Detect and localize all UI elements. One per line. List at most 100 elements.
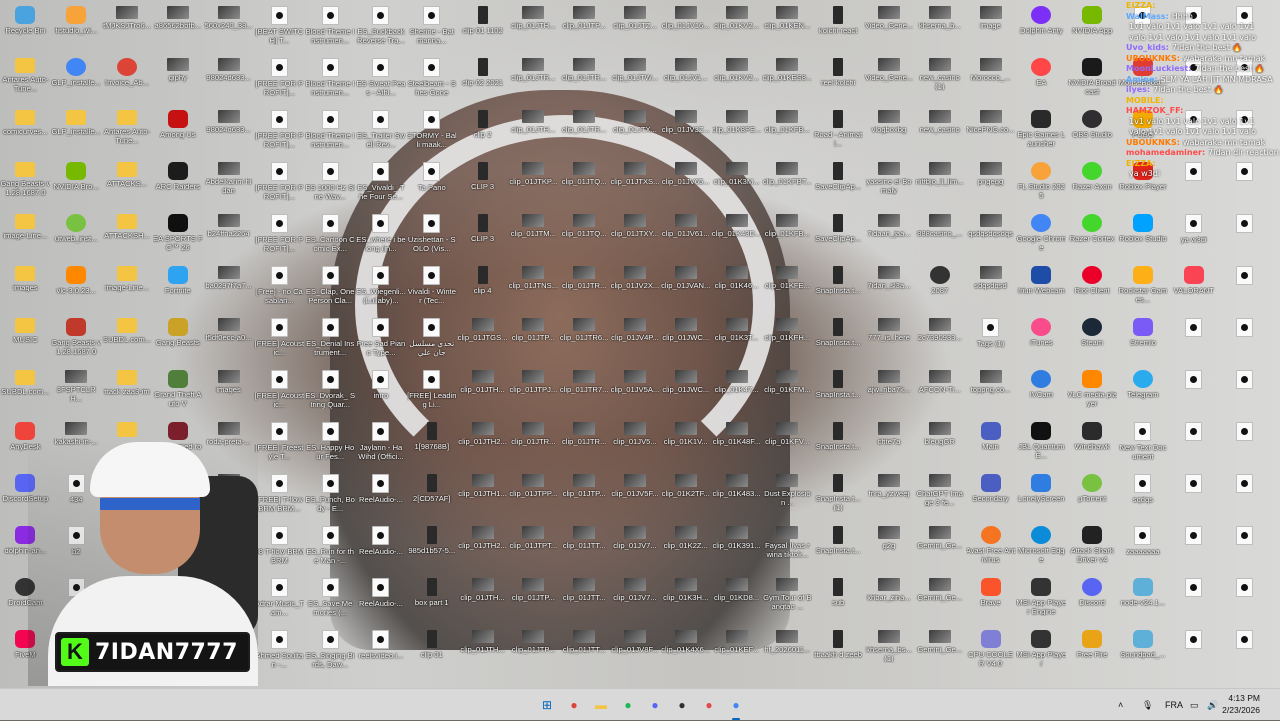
desktop-icon[interactable] <box>1168 420 1219 472</box>
desktop-icon[interactable]: SnapInsta.t... <box>813 524 864 576</box>
discord-taskbar-icon[interactable]: ● <box>644 694 666 716</box>
desktop-icon[interactable]: clip_01KFM... <box>762 368 813 420</box>
desktop-icon[interactable]: clip_01K391... <box>711 524 762 576</box>
desktop-icon[interactable]: ES_Clap, One Person Cla... <box>305 264 356 316</box>
desktop-icon[interactable]: ATTACKS... <box>102 160 153 212</box>
desktop-icon[interactable]: clip_01JTPP... <box>508 472 559 524</box>
desktop-icon[interactable]: clip_01JTXS... <box>610 160 661 212</box>
desktop-icon[interactable]: CLIP 3 <box>457 160 508 212</box>
desktop-icon[interactable]: Morocco_... <box>965 56 1016 108</box>
desktop-icon[interactable]: ChatGPT Image 3 fe... <box>914 472 965 524</box>
desktop-icon[interactable]: VALORANT <box>1168 264 1219 316</box>
desktop-icon[interactable]: clip_01KFH... <box>762 316 813 368</box>
spotify-taskbar-icon[interactable]: ● <box>617 694 639 716</box>
chrome-active-taskbar-icon[interactable]: ● <box>725 694 747 720</box>
desktop-icon[interactable]: clip_01JV2X... <box>610 264 661 316</box>
desktop-icon[interactable]: Sherine - Batmanna... <box>406 4 457 56</box>
desktop-icon[interactable]: ajw_nba7k... <box>864 368 915 420</box>
desktop-icon[interactable]: ES_where i belong (in... <box>356 212 407 264</box>
desktop-icon[interactable]: Gemini_Ge... <box>914 576 965 628</box>
desktop-icon[interactable]: IVCam <box>1016 368 1067 420</box>
desktop-icon[interactable]: SnapInsta.t... <box>813 368 864 420</box>
desktop-icon[interactable]: clip_01JTR... <box>559 108 610 160</box>
desktop-icon[interactable]: [BEAT SWITCH] T... <box>254 4 305 56</box>
desktop-icon[interactable]: clip_01JTW... <box>610 56 661 108</box>
desktop-icon[interactable]: clip_01JV5F... <box>610 472 661 524</box>
desktop-icon[interactable]: OBS Studio <box>1067 108 1118 160</box>
desktop-icon[interactable]: Secondary <box>965 472 1016 524</box>
desktop-icon[interactable]: SnapInsta.t... <box>813 420 864 472</box>
desktop-icon[interactable]: ES_Suckback Reverse Tra... <box>356 4 407 56</box>
desktop-icon[interactable]: Windhawk <box>1067 420 1118 472</box>
desktop-icon[interactable]: Razer Cortex <box>1067 212 1118 264</box>
desktop-icon[interactable]: Abdelkarim hidan <box>203 160 254 212</box>
desktop-icon[interactable]: clip 4 <box>457 264 508 316</box>
desktop-icon[interactable]: iTunes <box>1016 316 1067 368</box>
desktop-icon[interactable]: clip_01JTR... <box>559 56 610 108</box>
desktop-icon[interactable]: clip_01JV1... <box>660 56 711 108</box>
desktop-icon[interactable]: 777_is_here <box>864 316 915 368</box>
desktop-icon[interactable]: node-v24.1... <box>1118 576 1169 628</box>
desktop-icon[interactable]: f5df0ecc-a0... <box>203 316 254 368</box>
desktop-icon[interactable]: [FREE] Freestyle T... <box>254 420 305 472</box>
desktop-icon[interactable]: Iriun Webcam <box>1016 264 1067 316</box>
desktop-icon[interactable]: [FREE FOR PROFIT]... <box>254 56 305 108</box>
desktop-icon[interactable]: Road - Animati... <box>813 108 864 160</box>
desktop-icon[interactable]: ba0297f7a7... <box>203 264 254 316</box>
desktop-icon[interactable]: Attack Shark Driver v4 <box>1067 524 1118 576</box>
desktop-icon[interactable]: ES_Dvorak_ String Quar... <box>305 368 356 420</box>
desktop-icon[interactable]: clip_01K1V... <box>660 420 711 472</box>
desktop-icon[interactable]: zaaaaaaa <box>1118 524 1169 576</box>
desktop-icon[interactable]: tMJKSJTro6... <box>102 4 153 56</box>
desktop-icon[interactable]: تحدي مسلسل جان علي <box>406 316 457 368</box>
desktop-icon[interactable]: clip_01KFB... <box>762 108 813 160</box>
desktop-icon[interactable]: fistudio_wi... <box>51 4 102 56</box>
chrome-taskbar-icon[interactable]: ● <box>563 694 585 716</box>
desktop-icon[interactable]: sqdqs <box>1118 472 1169 524</box>
desktop-icon[interactable]: FL Studio 2025 <box>1016 160 1067 212</box>
desktop-icon[interactable]: Gang Beasts v1.28.1687.0 <box>0 160 51 212</box>
desktop-icon[interactable]: clip_01JV4P... <box>610 316 661 368</box>
desktop-icon[interactable] <box>1168 368 1219 420</box>
desktop-icon[interactable]: 08 T-flow BRM BRM <box>254 524 305 576</box>
desktop-icon[interactable]: New Text Document <box>1118 420 1169 472</box>
desktop-icon[interactable]: µTorrent <box>1067 472 1118 524</box>
desktop-icon[interactable]: VLC media player <box>1067 368 1118 420</box>
desktop-icon[interactable]: tbaakh d zeeb <box>813 628 864 680</box>
desktop-icon[interactable]: Blood Theme Instrumen... <box>305 108 356 160</box>
desktop-icon[interactable]: [FREE] T-flow BRM BRM... <box>254 472 305 524</box>
desktop-icon[interactable]: CLIP 3 <box>457 212 508 264</box>
desktop-icon[interactable]: clip_01JTR... <box>508 420 559 472</box>
desktop-icon[interactable]: ES_Save Memories (... <box>305 576 356 628</box>
desktop-icon[interactable]: [FREE FOR PROFIT]... <box>254 212 305 264</box>
desktop-icon[interactable]: clip_01JTR7... <box>559 368 610 420</box>
desktop-icon[interactable]: Dolphin Anty <box>1016 4 1067 56</box>
desktop-icon[interactable]: Video_Gene... <box>864 56 915 108</box>
desktop-icon[interactable]: clip_01K43D... <box>711 212 762 264</box>
desktop-icon[interactable]: Adrar Music_Tam... <box>254 576 305 628</box>
desktop-icon[interactable]: NicePNG.co... <box>965 108 1016 160</box>
desktop-icon[interactable]: clip_01KFBT... <box>762 160 813 212</box>
desktop-icon[interactable]: clip_01JV61... <box>660 212 711 264</box>
desktop-icon[interactable]: STORMY - Balli maak... <box>406 108 457 160</box>
desktop-icon[interactable]: reelsvideo.i... <box>356 628 407 680</box>
desktop-icon[interactable]: ES_Trailer Swell Rev... <box>356 108 407 160</box>
desktop-icon[interactable]: pngegg <box>965 160 1016 212</box>
desktop-icon[interactable]: clip_01JTZ... <box>610 4 661 56</box>
desktop-icon[interactable]: comicurves... <box>0 108 51 160</box>
desktop-icon[interactable]: LonelyScreen <box>1016 472 1067 524</box>
desktop-icon[interactable]: hf_2026011... <box>762 628 813 680</box>
desktop-icon[interactable]: sdqsdqsd <box>965 264 1016 316</box>
desktop-icon[interactable]: [FREE] Leading Li... <box>406 368 457 420</box>
desktop-icon[interactable]: Google Chrome <box>1016 212 1067 264</box>
desktop-icon[interactable]: Steelbeam - Shes Gone <box>406 56 457 108</box>
desktop-icon[interactable]: clip_01JV7... <box>610 576 661 628</box>
desktop-icon[interactable]: 3FSPTCLRH... <box>51 368 102 420</box>
desktop-icon[interactable]: clip_01JTR... <box>559 264 610 316</box>
desktop-icon[interactable]: Tags (1) <box>965 316 1016 368</box>
desktop-icon[interactable]: clip_01K3M... <box>711 160 762 212</box>
desktop-icon[interactable]: Discord <box>1067 576 1118 628</box>
desktop-icon[interactable]: 7idaan_jaa... <box>864 212 915 264</box>
desktop-icon[interactable]: clip_01JTH... <box>508 4 559 56</box>
desktop-icon[interactable] <box>1219 368 1270 420</box>
